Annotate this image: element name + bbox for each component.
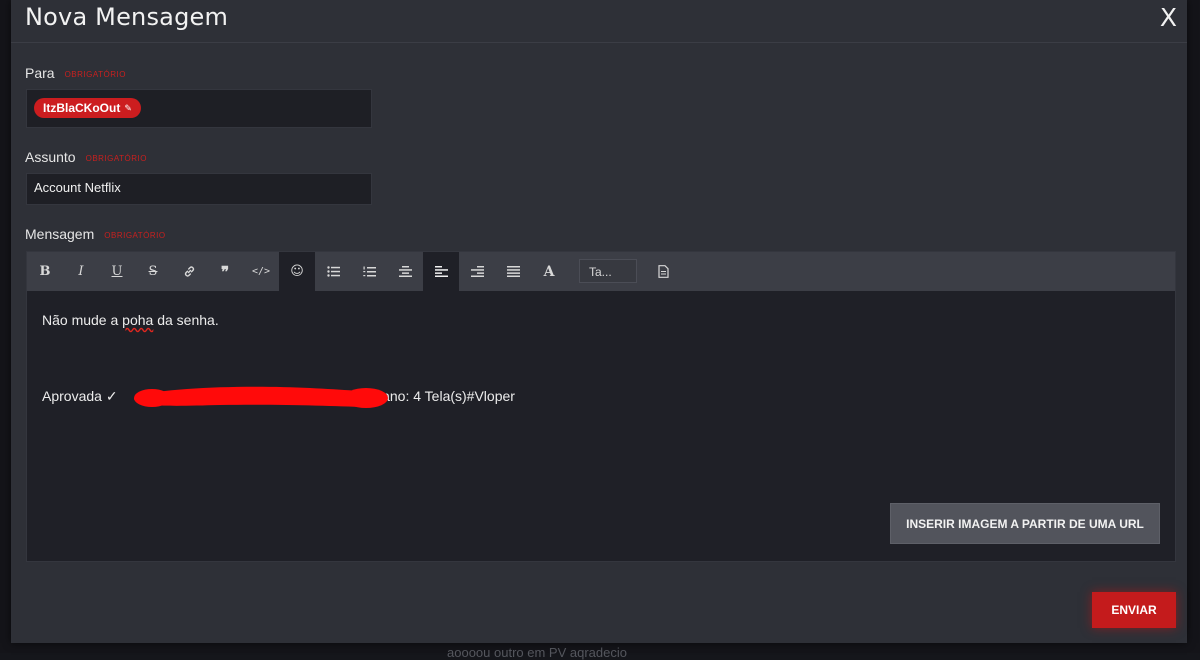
mensagem-required-tag: OBRIGATÓRIO bbox=[104, 230, 166, 240]
document-icon[interactable] bbox=[645, 252, 681, 291]
insert-image-url-button[interactable]: INSERIR IMAGEM A PARTIR DE UMA URL bbox=[890, 503, 1160, 544]
close-icon[interactable]: X bbox=[1160, 3, 1177, 32]
modal-title: Nova Mensagem bbox=[25, 3, 229, 31]
link-icon[interactable] bbox=[171, 252, 207, 291]
new-message-modal: Nova Mensagem X Para OBRIGATÓRIO ItzBlaCK… bbox=[11, 0, 1187, 643]
code-icon[interactable]: </> bbox=[243, 252, 279, 291]
recipient-input[interactable]: ItzBlaCKoOut ✎ bbox=[26, 89, 372, 128]
subject-value: Account Netflix bbox=[34, 180, 121, 195]
editor-toolbar: B I U S ❞ </> ☺ A Ta... bbox=[27, 252, 1175, 291]
message-line-1-start: Não mude a bbox=[42, 312, 123, 328]
text-color-icon[interactable]: A bbox=[531, 252, 567, 291]
message-line-2-end: lano: 4 Tela(s)#Vloper bbox=[379, 388, 515, 404]
italic-icon[interactable]: I bbox=[63, 252, 99, 291]
send-button[interactable]: ENVIAR bbox=[1092, 592, 1176, 628]
message-line-1-end: da senha. bbox=[153, 312, 219, 328]
redaction-scribble bbox=[133, 386, 388, 408]
font-select[interactable]: Ta... bbox=[579, 259, 637, 283]
message-line-1: Não mude a poha da senha. bbox=[42, 312, 219, 328]
quote-icon[interactable]: ❞ bbox=[207, 252, 243, 291]
para-label: Para OBRIGATÓRIO bbox=[25, 65, 126, 81]
underline-icon[interactable]: U bbox=[99, 252, 135, 291]
message-editor: B I U S ❞ </> ☺ A Ta... Não mude a poha … bbox=[26, 251, 1176, 562]
mensagem-label-text: Mensagem bbox=[25, 226, 95, 242]
emoji-icon[interactable]: ☺ bbox=[279, 252, 315, 291]
recipient-chip[interactable]: ItzBlaCKoOut ✎ bbox=[34, 98, 141, 118]
align-right-icon[interactable] bbox=[459, 252, 495, 291]
assunto-label: Assunto OBRIGATÓRIO bbox=[25, 149, 147, 165]
assunto-required-tag: OBRIGATÓRIO bbox=[85, 153, 147, 163]
editor-content[interactable]: Não mude a poha da senha. Aprovada ✓ lan… bbox=[27, 291, 1175, 561]
numbered-list-icon[interactable] bbox=[351, 252, 387, 291]
bold-icon[interactable]: B bbox=[27, 252, 63, 291]
align-left-icon[interactable] bbox=[423, 252, 459, 291]
para-required-tag: OBRIGATÓRIO bbox=[64, 69, 126, 79]
message-line-2: Aprovada ✓ lano: 4 Tela(s)#Vloper bbox=[42, 388, 515, 405]
align-center-icon[interactable] bbox=[387, 252, 423, 291]
message-line-2-start: Aprovada ✓ bbox=[42, 388, 118, 404]
misspelled-word: poha bbox=[122, 312, 154, 328]
para-label-text: Para bbox=[25, 65, 55, 81]
recipient-chip-label: ItzBlaCKoOut bbox=[43, 101, 121, 115]
assunto-label-text: Assunto bbox=[25, 149, 76, 165]
mensagem-label: Mensagem OBRIGATÓRIO bbox=[25, 226, 166, 242]
justify-icon[interactable] bbox=[495, 252, 531, 291]
modal-header: Nova Mensagem X bbox=[11, 0, 1187, 43]
bullet-list-icon[interactable] bbox=[315, 252, 351, 291]
subject-input[interactable]: Account Netflix bbox=[26, 173, 372, 205]
edit-pencil-icon[interactable]: ✎ bbox=[124, 98, 132, 118]
strikethrough-icon[interactable]: S bbox=[135, 252, 171, 291]
